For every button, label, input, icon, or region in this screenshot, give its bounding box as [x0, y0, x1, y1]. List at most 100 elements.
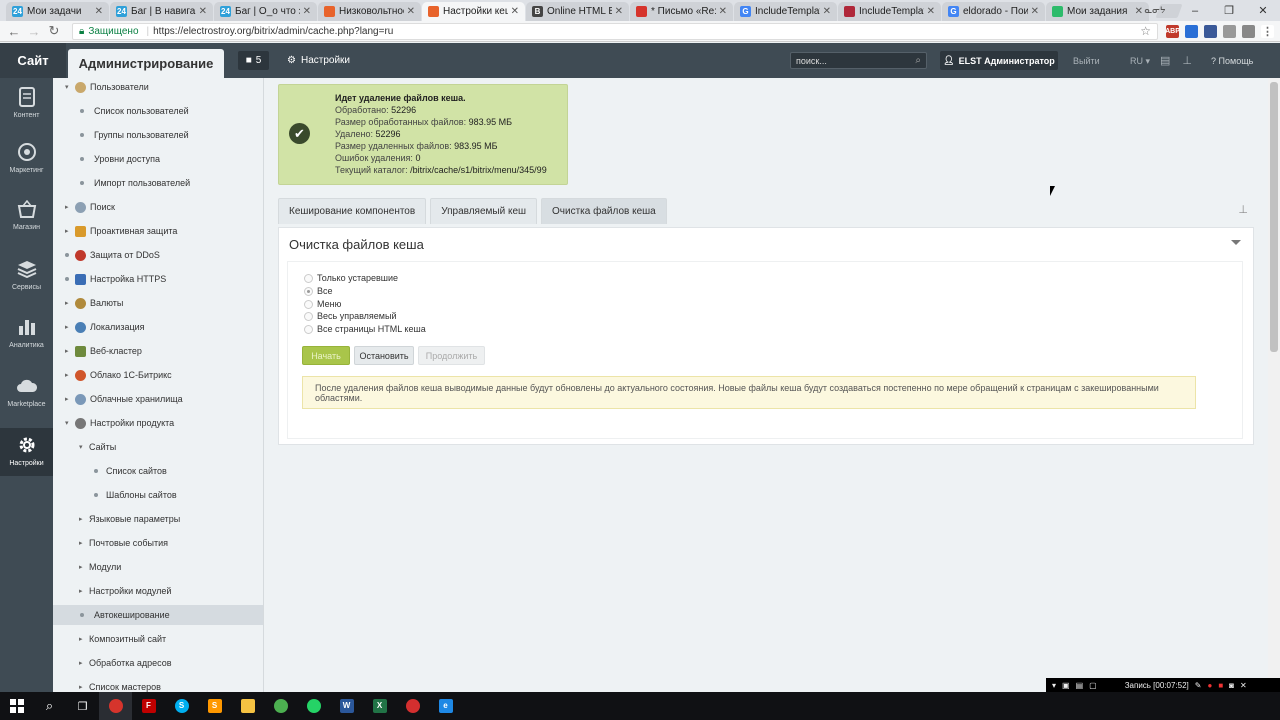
tray-icon[interactable]: ▣ [1062, 681, 1070, 690]
tree-item[interactable]: ▸ Обработка адресов [53, 653, 263, 673]
user-button[interactable]: 👤︎ ELST Администратор [940, 51, 1058, 70]
tray-icon[interactable]: ▤ [1076, 681, 1084, 690]
extension-icon[interactable] [1204, 24, 1217, 38]
reload-icon[interactable]: ↻ [46, 23, 62, 39]
close-icon[interactable]: ✕ [95, 6, 103, 17]
camera-icon[interactable] [1223, 24, 1236, 38]
tree-item[interactable]: ▸ Композитный сайт [53, 629, 263, 649]
radio-html-cache[interactable]: Все страницы HTML кеша [304, 324, 426, 334]
chevron-down-icon[interactable]: ▾ [65, 83, 75, 91]
tray-icon[interactable]: ▢ [1089, 681, 1097, 690]
help-link[interactable]: ? Помощь [1211, 56, 1253, 66]
rail-item-shop[interactable]: Магазин [0, 198, 53, 231]
close-icon[interactable]: ✕ [199, 6, 207, 17]
chevron-right-icon[interactable]: ▸ [65, 395, 75, 403]
close-icon[interactable]: ✕ [407, 6, 415, 17]
language-selector[interactable]: RU ▾ [1130, 56, 1150, 67]
tree-item[interactable]: ▸ Проактивная защита [53, 221, 263, 241]
chevron-down-icon[interactable]: ▾ [65, 419, 75, 427]
close-icon[interactable]: ✕ [511, 6, 519, 17]
tree-item[interactable]: ▸ Локализация [53, 317, 263, 337]
restore-icon[interactable]: ❐ [1212, 4, 1246, 17]
radio-button[interactable] [304, 273, 313, 283]
url-input[interactable]: 🔒︎ Защищено | https://electrostroy.org/b… [72, 22, 1158, 40]
chrome-icon[interactable] [99, 692, 132, 720]
radio-button-selected[interactable] [304, 286, 313, 296]
tree-item[interactable]: ▸ Список мастеров [53, 677, 263, 692]
chevron-right-icon[interactable]: ▸ [65, 371, 75, 379]
browser-tab[interactable]: 24 Баг | В навигаци✕ [110, 2, 213, 21]
scrollbar-thumb[interactable] [1270, 82, 1278, 352]
browser-tab[interactable]: 24 Баг | О_о что за✕ [214, 2, 317, 21]
chevron-right-icon[interactable]: ▸ [79, 635, 89, 643]
close-icon[interactable]: ✕ [303, 6, 311, 17]
browser-tab[interactable]: * Письмо «Re: Э✕ [630, 2, 733, 21]
rail-item-content[interactable]: Контент [0, 86, 53, 119]
browser-tab-active[interactable]: Настройки кеш ✕ [422, 2, 525, 21]
browser-tab[interactable]: Мои задания ✕ [1046, 2, 1149, 21]
rail-item-settings[interactable]: Настройки [0, 428, 53, 476]
task-view-icon[interactable]: ❐ [66, 692, 99, 720]
tree-item-autocache-selected[interactable]: Автокеширование [53, 605, 263, 625]
pin-icon[interactable]: ⊥ [1238, 203, 1248, 216]
tree-item[interactable]: Список сайтов [53, 461, 263, 481]
rail-item-marketplace[interactable]: Marketplace [0, 375, 53, 408]
tree-item[interactable]: ▸ Языковые параметры [53, 509, 263, 529]
tree-item-users[interactable]: ▾ Пользователи [53, 78, 263, 97]
start-button[interactable]: Начать [302, 346, 350, 365]
tab-clear-cache[interactable]: Очистка файлов кеша [541, 198, 667, 224]
search-icon[interactable]: ⌕ [33, 692, 66, 720]
radio-managed[interactable]: Весь управляемый [304, 311, 396, 321]
radio-button[interactable] [304, 324, 313, 334]
browser-tab[interactable]: Geldorado - Поис ✕ [942, 2, 1045, 21]
menu-icon[interactable]: ⋮ [1261, 24, 1274, 38]
record-icon[interactable]: ● [1207, 681, 1212, 690]
close-icon[interactable]: ✕ [1031, 6, 1039, 17]
stop-record-icon[interactable]: ■ [1218, 681, 1223, 690]
tree-item[interactable]: Защита от DDoS [53, 245, 263, 265]
radio-button[interactable] [304, 311, 313, 321]
tree-item[interactable]: Настройка HTTPS [53, 269, 263, 289]
rail-item-marketing[interactable]: Маркетинг [0, 141, 53, 174]
tree-item[interactable]: ▸ Почтовые события [53, 533, 263, 553]
bookmark-star-icon[interactable]: ☆ [1140, 24, 1151, 38]
filezilla-icon[interactable]: F [132, 692, 165, 720]
radio-button[interactable] [304, 299, 313, 309]
chevron-right-icon[interactable]: ▸ [79, 563, 89, 571]
tree-item[interactable]: ▸ Облачные хранилища [53, 389, 263, 409]
chevron-right-icon[interactable]: ▸ [79, 659, 89, 667]
close-icon[interactable]: ✕ [615, 6, 623, 17]
continue-button[interactable]: Продолжить [418, 346, 485, 365]
browser-tab[interactable]: B Online HTML Be✕ [526, 2, 629, 21]
chrome-icon[interactable] [264, 692, 297, 720]
browser-tab[interactable]: IncludeTemplate✕ [838, 2, 941, 21]
tree-item[interactable]: Уровни доступа [53, 149, 263, 169]
whatsapp-icon[interactable] [297, 692, 330, 720]
logout-link[interactable]: Выйти [1073, 56, 1100, 66]
forward-icon[interactable]: → [26, 24, 42, 39]
chevron-down-icon[interactable]: ▾ [79, 443, 89, 451]
chevron-right-icon[interactable]: ▸ [79, 515, 89, 523]
tree-item[interactable]: Группы пользователей [53, 125, 263, 145]
chevron-right-icon[interactable]: ▸ [65, 299, 75, 307]
tab-component-cache[interactable]: Кеширование компонентов [278, 198, 427, 224]
extension-icon[interactable] [1242, 24, 1255, 38]
adblock-icon[interactable]: ABP [1165, 24, 1180, 38]
close-icon[interactable]: ✕ [823, 6, 831, 17]
word-icon[interactable]: W [330, 692, 363, 720]
tree-item[interactable]: ▸ Валюты [53, 293, 263, 313]
profile-label[interactable]: ᓇᓂᔭ [1138, 5, 1172, 16]
extension-icon[interactable] [1185, 24, 1198, 38]
browser-tab[interactable]: G IncludeTemplate✕ [734, 2, 837, 21]
chevron-right-icon[interactable]: ▸ [79, 683, 89, 691]
browser-tab[interactable]: 24 Мои задачи ✕ [6, 2, 109, 21]
excel-icon[interactable]: X [363, 692, 396, 720]
scrollbar[interactable] [1268, 78, 1280, 692]
tree-item[interactable]: ▸ Модули [53, 557, 263, 577]
rail-item-services[interactable]: Сервисы [0, 258, 53, 291]
camera-icon[interactable]: ◙ [1229, 681, 1234, 690]
folder-icon[interactable] [231, 692, 264, 720]
stop-button[interactable]: Остановить [354, 346, 414, 365]
pin-icon[interactable]: ⊥ [1182, 54, 1192, 67]
tree-item[interactable]: ▾ Сайты [53, 437, 263, 457]
